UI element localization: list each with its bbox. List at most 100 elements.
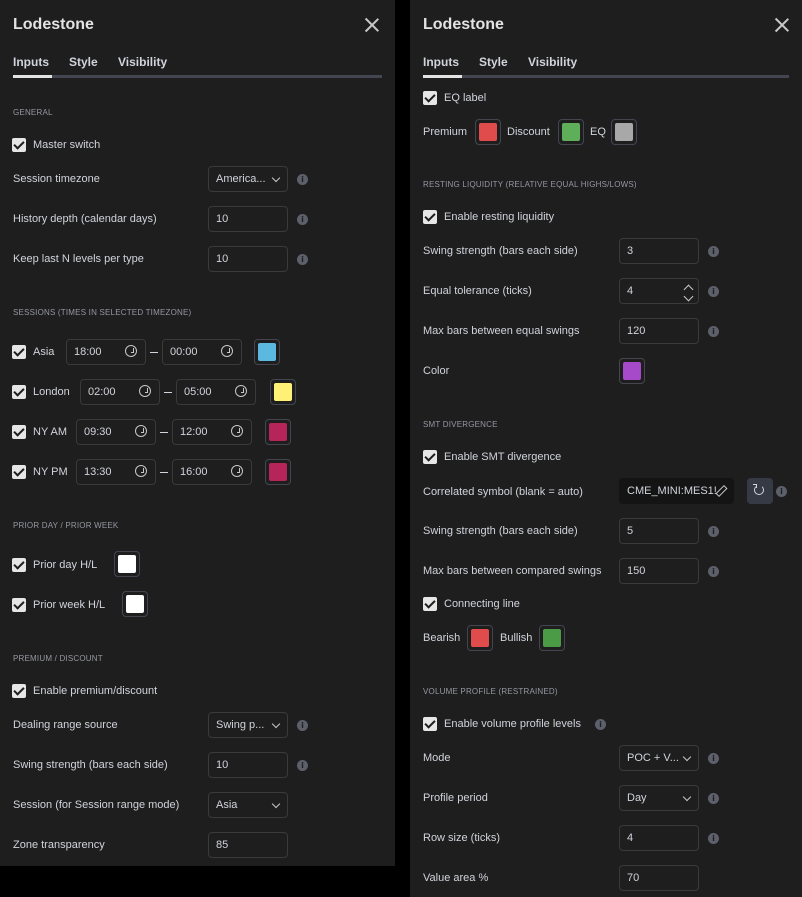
tab-visibility[interactable]: Visibility [118, 55, 167, 69]
resting-max-bars-input[interactable]: 120 [619, 318, 699, 344]
enable-volume-checkbox[interactable] [423, 717, 437, 731]
ny-pm-start-time[interactable]: 13:30 [76, 459, 156, 485]
tab-underline-track [13, 75, 382, 78]
info-icon[interactable]: i [708, 833, 719, 844]
info-icon[interactable]: i [708, 793, 719, 804]
info-icon[interactable]: i [708, 566, 719, 577]
chevron-down-icon[interactable] [683, 291, 694, 302]
row-size-input[interactable]: 4 [619, 825, 699, 851]
ny-pm-end-time[interactable]: 16:00 [172, 459, 252, 485]
enable-resting-checkbox[interactable] [423, 210, 437, 224]
prior-day-checkbox[interactable] [12, 558, 26, 572]
info-icon[interactable]: i [297, 760, 308, 771]
info-icon[interactable]: i [708, 526, 719, 537]
swatch-fill [623, 362, 641, 380]
premium-swing-strength-input[interactable]: 10 [208, 752, 288, 778]
premium-color-swatch[interactable] [475, 119, 501, 145]
range-source-select[interactable]: Swing p... [208, 712, 288, 738]
tab-active-indicator [13, 75, 52, 78]
swatch-fill [543, 629, 561, 647]
equal-tolerance-input[interactable]: 4 [619, 278, 699, 304]
prior-week-checkbox[interactable] [12, 598, 26, 612]
close-icon[interactable] [364, 17, 380, 33]
profile-period-select[interactable]: Day [619, 785, 699, 811]
section-header-resting: Resting liquidity (relative equal highs/… [423, 180, 637, 189]
london-color-swatch[interactable] [270, 379, 296, 405]
info-icon[interactable]: i [708, 753, 719, 764]
session-range-select[interactable]: Asia [208, 792, 288, 818]
info-icon[interactable]: i [297, 254, 308, 265]
reset-symbol-button[interactable] [747, 478, 773, 504]
info-icon[interactable]: i [708, 326, 719, 337]
asia-end-time[interactable]: 00:00 [162, 339, 242, 365]
bearish-color-swatch[interactable] [467, 625, 493, 651]
resting-swing-strength-label: Swing strength (bars each side) [423, 245, 578, 257]
asia-color-swatch[interactable] [254, 339, 280, 365]
pencil-icon[interactable] [715, 484, 728, 498]
history-depth-input[interactable]: 10 [208, 206, 288, 232]
smt-swing-strength-input[interactable]: 5 [619, 518, 699, 544]
session-timezone-select[interactable]: America... [208, 166, 288, 192]
tab-visibility[interactable]: Visibility [528, 55, 577, 69]
info-icon[interactable]: i [776, 486, 787, 497]
range-dash [160, 432, 168, 433]
eq-label-checkbox[interactable] [423, 91, 437, 105]
clock-icon [231, 465, 243, 477]
correlated-symbol-input[interactable]: CME_MINI:MES1! [619, 478, 734, 504]
resting-swing-strength-input[interactable]: 3 [619, 238, 699, 264]
enable-premium-checkbox[interactable] [12, 684, 26, 698]
close-icon[interactable] [774, 17, 790, 33]
tab-style[interactable]: Style [479, 55, 508, 69]
london-end-time[interactable]: 05:00 [176, 379, 256, 405]
discount-color-swatch[interactable] [558, 119, 584, 145]
settings-dialog-right: Lodestone Inputs Style Visibility EQ lab… [410, 0, 802, 897]
info-icon[interactable]: i [595, 719, 606, 730]
info-icon[interactable]: i [708, 246, 719, 257]
prior-week-label: Prior week H/L [33, 599, 106, 611]
section-header-sessions: Sessions (times in selected timezone) [13, 308, 192, 317]
connecting-line-checkbox[interactable] [423, 597, 437, 611]
info-icon[interactable]: i [297, 214, 308, 225]
value-area-input[interactable]: 70 [619, 865, 699, 891]
london-checkbox[interactable] [12, 385, 26, 399]
ny-pm-label: NY PM [33, 466, 68, 478]
tab-inputs[interactable]: Inputs [423, 55, 459, 69]
enable-volume-label: Enable volume profile levels [444, 718, 581, 730]
mode-select[interactable]: POC + V... [619, 745, 699, 771]
tab-active-indicator [423, 75, 462, 78]
master-switch-checkbox[interactable] [12, 138, 26, 152]
zone-transparency-input[interactable]: 85 [208, 832, 288, 858]
info-icon[interactable]: i [708, 286, 719, 297]
ny-am-color-swatch[interactable] [265, 419, 291, 445]
ny-am-checkbox[interactable] [12, 425, 26, 439]
range-dash [164, 392, 172, 393]
ny-am-end-time[interactable]: 12:00 [172, 419, 252, 445]
london-start-value: 02:00 [88, 386, 116, 398]
ny-am-start-time[interactable]: 09:30 [76, 419, 156, 445]
eq-color-swatch[interactable] [611, 119, 637, 145]
asia-checkbox[interactable] [12, 345, 26, 359]
prior-week-color-swatch[interactable] [122, 591, 148, 617]
ny-pm-color-swatch[interactable] [265, 459, 291, 485]
asia-start-time[interactable]: 18:00 [66, 339, 146, 365]
clock-icon [235, 385, 247, 397]
swatch-fill [118, 555, 136, 573]
resting-color-swatch[interactable] [619, 358, 645, 384]
info-icon[interactable]: i [297, 174, 308, 185]
clock-icon [139, 385, 151, 397]
enable-smt-checkbox[interactable] [423, 450, 437, 464]
london-start-time[interactable]: 02:00 [80, 379, 160, 405]
tab-inputs[interactable]: Inputs [13, 55, 49, 69]
ny-pm-checkbox[interactable] [12, 465, 26, 479]
equal-tolerance-value: 4 [627, 285, 634, 297]
range-source-label: Dealing range source [13, 719, 118, 731]
smt-max-bars-input[interactable]: 150 [619, 558, 699, 584]
info-icon[interactable]: i [297, 720, 308, 731]
tab-style[interactable]: Style [69, 55, 98, 69]
dialog-title: Lodestone [423, 16, 504, 33]
premium-swing-strength-label: Swing strength (bars each side) [13, 759, 168, 771]
prior-day-color-swatch[interactable] [114, 551, 140, 577]
keep-last-input[interactable]: 10 [208, 246, 288, 272]
bullish-color-swatch[interactable] [539, 625, 565, 651]
correlated-symbol-value: CME_MINI:MES1! [627, 485, 717, 497]
